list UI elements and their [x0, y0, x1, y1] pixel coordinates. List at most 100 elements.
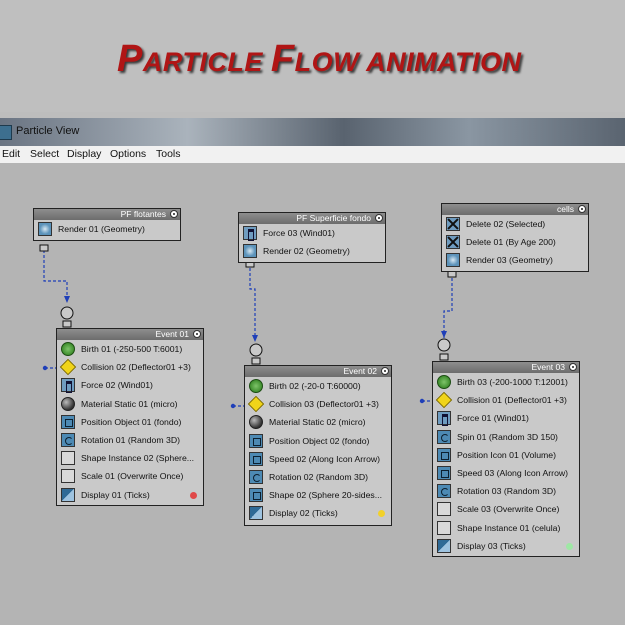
eye-icon[interactable] — [170, 210, 178, 218]
node-pf-superficie-fondo[interactable]: PF Superficie fondo Force 03 (Wind01) Re… — [238, 212, 386, 263]
operator-row[interactable]: Render 01 (Geometry) — [34, 220, 180, 238]
operator-row[interactable]: Render 03 (Geometry) — [442, 251, 588, 269]
node-event-01[interactable]: Event 01 Birth 01 (-250-500 T:6001) Coll… — [56, 328, 204, 506]
display-icon — [61, 487, 75, 502]
render-icon — [38, 222, 52, 236]
operator-row[interactable]: Force 02 (Wind01) — [57, 376, 203, 394]
operator-label: Render 03 (Geometry) — [466, 255, 553, 266]
node-title: cells — [556, 204, 574, 214]
operator-row[interactable]: Collision 02 (Deflector01 +3) — [57, 358, 203, 376]
operator-row[interactable]: Display 03 (Ticks) — [433, 537, 579, 555]
speed-icon — [249, 451, 263, 466]
operator-row[interactable]: Render 02 (Geometry) — [239, 242, 385, 260]
force-icon — [243, 226, 257, 241]
operator-row[interactable]: Position Object 01 (fondo) — [57, 413, 203, 431]
operator-row[interactable]: Scale 03 (Overwrite Once) — [433, 500, 579, 518]
force-icon — [61, 378, 75, 394]
operator-label: Position Icon 01 (Volume) — [457, 449, 556, 460]
operator-row[interactable]: Rotation 02 (Random 3D) — [245, 468, 391, 486]
node-event-02[interactable]: Event 02 Birth 02 (-20-0 T:60000) Collis… — [244, 365, 392, 526]
app-icon — [0, 125, 12, 140]
operator-row[interactable]: Shape Instance 01 (celula) — [433, 519, 579, 537]
eye-icon[interactable] — [569, 363, 577, 371]
input-socket — [249, 343, 263, 357]
operator-row[interactable]: Material Static 02 (micro) — [245, 413, 391, 431]
operator-row[interactable]: Delete 02 (Selected) — [442, 215, 588, 233]
operator-row[interactable]: Force 03 (Wind01) — [239, 224, 385, 242]
operator-row[interactable]: Collision 03 (Deflector01 +3) — [245, 395, 391, 413]
operator-label: Delete 01 (By Age 200) — [466, 237, 556, 248]
node-title: Event 03 — [531, 362, 565, 372]
operator-row[interactable]: Position Object 02 (fondo) — [245, 432, 391, 450]
node-pf-flotantes[interactable]: PF flotantes Render 01 (Geometry) — [33, 208, 181, 241]
operator-label: Birth 03 (-200-1000 T:12001) — [457, 377, 568, 387]
spin-icon — [437, 429, 451, 444]
operator-row[interactable]: Material Static 01 (micro) — [57, 395, 203, 413]
headline-banner: PARTICLE FLOW ANIMATION — [0, 0, 625, 112]
operator-label: Scale 01 (Overwrite Once) — [81, 471, 184, 482]
headline-title: PARTICLE FLOW ANIMATION — [117, 38, 522, 80]
input-socket — [60, 306, 74, 320]
wire-global-3-to-event03 — [443, 273, 453, 348]
operator-label: Rotation 01 (Random 3D) — [81, 434, 180, 445]
menu-options[interactable]: Options — [110, 148, 146, 160]
eye-icon[interactable] — [193, 330, 201, 338]
display-icon — [249, 506, 263, 521]
position-icon — [61, 414, 75, 429]
operator-row[interactable]: Speed 03 (Along Icon Arrow) — [433, 464, 579, 482]
birth-icon — [61, 342, 75, 356]
window-title: Particle View — [16, 125, 80, 137]
operator-row[interactable]: Collision 01 (Deflector01 +3) — [433, 391, 579, 409]
menu-tools[interactable]: Tools — [156, 148, 181, 160]
operator-row[interactable]: Shape 02 (Sphere 20-sides... — [245, 486, 391, 504]
operator-label: Render 02 (Geometry) — [263, 246, 350, 257]
operator-label: Spin 01 (Random 3D 150) — [457, 431, 558, 442]
operator-row[interactable]: Force 01 (Wind01) — [433, 409, 579, 427]
operator-row[interactable]: Speed 02 (Along Icon Arrow) — [245, 450, 391, 468]
operator-label: Force 01 (Wind01) — [457, 413, 529, 424]
shape-icon — [249, 488, 263, 503]
birth-icon — [437, 375, 451, 389]
collision-icon — [59, 359, 77, 376]
operator-label: Rotation 02 (Random 3D) — [269, 471, 368, 482]
operator-label: Rotation 03 (Random 3D) — [457, 486, 556, 497]
operator-row[interactable]: Display 02 (Ticks) — [245, 504, 391, 522]
display-icon — [437, 538, 451, 553]
operator-label: Speed 03 (Along Icon Arrow) — [457, 467, 569, 478]
window-titlebar[interactable]: Particle View — [0, 118, 625, 146]
operator-label: Collision 03 (Deflector01 +3) — [269, 399, 379, 410]
input-tab — [62, 320, 72, 328]
operator-row[interactable]: Spin 01 (Random 3D 150) — [433, 428, 579, 446]
operator-row[interactable]: Birth 01 (-250-500 T:6001) — [57, 340, 203, 358]
eye-icon[interactable] — [381, 367, 389, 375]
display-color-dot — [378, 510, 385, 518]
menu-display[interactable]: Display — [67, 148, 101, 160]
position-icon — [437, 447, 451, 462]
birth-icon — [249, 379, 263, 393]
operator-label: Force 03 (Wind01) — [263, 228, 335, 238]
collision-icon — [247, 396, 265, 413]
operator-row[interactable]: Birth 03 (-200-1000 T:12001) — [433, 373, 579, 391]
render-icon — [243, 244, 257, 259]
operator-row[interactable]: Birth 02 (-20-0 T:60000) — [245, 377, 391, 395]
menu-edit[interactable]: Edit — [2, 148, 20, 160]
operator-label: Shape Instance 01 (celula) — [457, 522, 561, 533]
particle-view-canvas[interactable]: PF flotantes Render 01 (Geometry) PF Sup… — [0, 163, 625, 625]
node-cells[interactable]: cells Delete 02 (Selected) Delete 01 (By… — [441, 203, 589, 272]
menu-select[interactable]: Select — [30, 148, 59, 160]
operator-row[interactable]: Position Icon 01 (Volume) — [433, 446, 579, 464]
eye-icon[interactable] — [375, 214, 383, 222]
operator-row[interactable]: Delete 01 (By Age 200) — [442, 233, 588, 251]
operator-row[interactable]: Shape Instance 02 (Sphere... — [57, 449, 203, 467]
eye-icon[interactable] — [578, 205, 586, 213]
operator-row[interactable]: Scale 01 (Overwrite Once) — [57, 467, 203, 485]
node-event-03[interactable]: Event 03 Birth 03 (-200-1000 T:12001) Co… — [432, 361, 580, 557]
operator-row[interactable]: Display 01 (Ticks) — [57, 486, 203, 504]
operator-label: Speed 02 (Along Icon Arrow) — [269, 453, 381, 464]
material-icon — [61, 396, 75, 411]
operator-label: Display 03 (Ticks) — [457, 540, 526, 551]
operator-label: Render 01 (Geometry) — [58, 224, 145, 234]
operator-label: Collision 02 (Deflector01 +3) — [81, 362, 191, 373]
operator-row[interactable]: Rotation 03 (Random 3D) — [433, 482, 579, 500]
operator-row[interactable]: Rotation 01 (Random 3D) — [57, 431, 203, 449]
